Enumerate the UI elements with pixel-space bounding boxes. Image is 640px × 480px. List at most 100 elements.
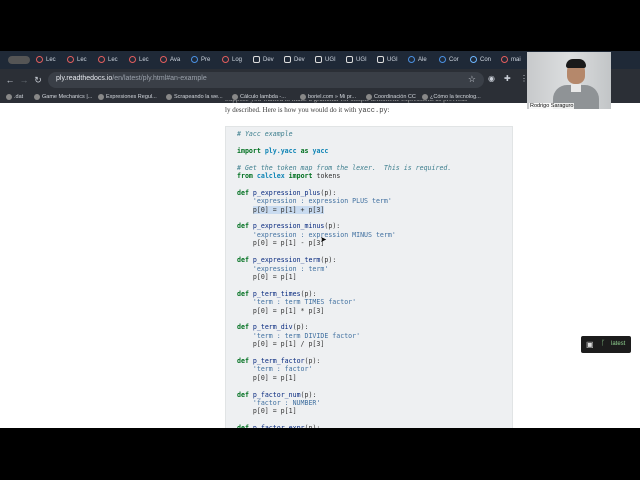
window-controls[interactable] xyxy=(8,56,30,64)
function-name: p_term_factor xyxy=(252,356,305,365)
page-content: Suppose you wanted to make a grammar for… xyxy=(0,100,640,428)
tab-4[interactable]: Ava xyxy=(160,54,189,67)
tab-favicon-icon xyxy=(67,55,74,63)
function-body: p[0] = p[1] - p[3] xyxy=(252,239,325,248)
code-block: # Yacc example import ply.yacc as yacc #… xyxy=(225,126,513,428)
code-keyword: def xyxy=(237,222,249,231)
tab-label: Cor xyxy=(449,57,459,63)
tab-2[interactable]: Lec xyxy=(98,54,127,67)
function-name: p_term_times xyxy=(252,289,301,298)
presenter-name: Rodrigo Saraguro xyxy=(529,103,575,109)
tab-label: Lec xyxy=(108,57,118,63)
bookmark-favicon-icon xyxy=(166,93,172,100)
tab-5[interactable]: Pre xyxy=(191,54,220,67)
tab-favicon-icon xyxy=(346,55,353,63)
tab-label: Dev xyxy=(263,57,274,63)
version-label: latest xyxy=(611,341,626,347)
code-keyword: def xyxy=(237,188,249,197)
intro-colon: : xyxy=(387,106,390,114)
code-keyword: def xyxy=(237,256,249,265)
function-params: (p): xyxy=(300,390,317,399)
function-params: (p): xyxy=(324,222,341,231)
function-name: p_expression_plus xyxy=(252,188,321,197)
function-body: p[0] = p[1] xyxy=(252,272,297,281)
highlighted-selection: p[0] = p[1] + p[3] xyxy=(252,205,325,214)
bookmark-item[interactable]: .dat xyxy=(6,92,23,102)
function-body: p[0] = p[1] * p[3] xyxy=(252,306,325,315)
presenter-hair xyxy=(566,59,586,68)
function-params: (p): xyxy=(304,356,321,365)
function-params: (p): xyxy=(320,256,337,265)
bookmark-label: .dat xyxy=(14,94,24,100)
function-params: (p): xyxy=(305,424,321,428)
docstring: 'factor : NUMBER' xyxy=(252,399,321,407)
code-module: calclex xyxy=(256,172,285,181)
function-name: p_expression_term xyxy=(252,256,321,265)
tab-7[interactable]: Dev xyxy=(253,54,282,67)
code-module: yacc xyxy=(312,146,329,155)
tab-label: Dev xyxy=(294,57,305,63)
intro-line-2: ly described. Here is how you would do i… xyxy=(225,106,359,114)
tab-12[interactable]: Ale xyxy=(408,54,437,67)
tab-favicon-icon xyxy=(253,55,260,63)
docstring: 'expression : term' xyxy=(252,264,329,273)
bookmark-label: boriel.com » Mi pr... xyxy=(308,94,356,100)
tab-favicon-icon xyxy=(377,55,384,63)
tab-3[interactable]: Lec xyxy=(129,54,158,67)
code-keyword: as xyxy=(300,146,309,155)
tab-favicon-icon xyxy=(315,55,322,63)
function-body: p[0] = p[1] xyxy=(252,407,297,416)
bookmark-star-icon[interactable]: ☆ xyxy=(468,74,476,85)
tab-14[interactable]: Con xyxy=(470,54,499,67)
bookmark-favicon-icon xyxy=(300,93,306,100)
webcam-overlay: Rodrigo Saraguro xyxy=(527,52,611,109)
tab-label: Lec xyxy=(46,57,56,63)
back-icon[interactable]: ← xyxy=(4,74,16,86)
tab-10[interactable]: UGI xyxy=(346,54,375,67)
tab-15[interactable]: mai xyxy=(501,54,530,67)
puzzle-icon[interactable]: ✚ xyxy=(504,74,511,83)
tab-favicon-icon xyxy=(129,55,136,63)
bookmark-item[interactable]: Scrapeando la we... xyxy=(166,92,223,102)
code-name: tokens xyxy=(316,172,341,181)
tab-1[interactable]: Lec xyxy=(67,54,96,67)
url-input[interactable]: ply.readthedocs.io/en/latest/ply.html#an… xyxy=(48,72,484,88)
tab-6[interactable]: Log xyxy=(222,54,251,67)
tab-13[interactable]: Cor xyxy=(439,54,468,67)
bookmark-label: Cálculo lambda -... xyxy=(240,94,286,100)
book-icon: ▣ xyxy=(586,340,594,349)
bookmark-favicon-icon xyxy=(34,93,40,100)
extension-icon[interactable]: ◉ xyxy=(488,74,495,83)
tab-favicon-icon xyxy=(160,55,167,63)
docstring: 'term : term TIMES factor' xyxy=(252,298,357,307)
bookmark-item[interactable]: Game Mechanics |... xyxy=(34,92,92,102)
tab-label: Log xyxy=(232,57,243,63)
reload-icon[interactable]: ↻ xyxy=(32,74,44,86)
bookmark-label: Expresiones Regul... xyxy=(106,94,157,100)
url-host: ply.readthedocs.io xyxy=(56,75,113,82)
bookmark-label: ¿Cómo la tecnolog... xyxy=(430,94,481,100)
function-params: (p): xyxy=(300,289,317,298)
bookmark-item[interactable]: Expresiones Regul... xyxy=(98,92,157,102)
tab-11[interactable]: UGI xyxy=(377,54,406,67)
code-keyword: def xyxy=(237,323,249,332)
tab-favicon-icon xyxy=(98,55,105,63)
tab-0[interactable]: Lec xyxy=(36,54,65,67)
tab-label: Ava xyxy=(170,57,181,63)
tab-favicon-icon xyxy=(501,55,508,63)
code-keyword: def xyxy=(237,390,249,399)
code-comment: # Yacc example xyxy=(237,130,293,138)
function-body: p[0] = p[1] / p[3] xyxy=(252,340,325,349)
tab-9[interactable]: UGI xyxy=(315,54,344,67)
bookmark-favicon-icon xyxy=(232,93,238,100)
rtd-version-badge[interactable]: ▣ ᚴ latest xyxy=(581,336,631,353)
tab-favicon-icon xyxy=(284,55,291,63)
bookmark-label: Coordinación CC xyxy=(374,94,416,100)
tab-label: UGI xyxy=(356,57,367,63)
tab-label: UGI xyxy=(387,57,398,63)
tab-8[interactable]: Dev xyxy=(284,54,313,67)
forward-icon[interactable]: → xyxy=(18,74,30,86)
function-name: p_factor_num xyxy=(252,390,301,399)
code-keyword: def xyxy=(237,424,249,428)
code-module: ply.yacc xyxy=(264,146,297,155)
